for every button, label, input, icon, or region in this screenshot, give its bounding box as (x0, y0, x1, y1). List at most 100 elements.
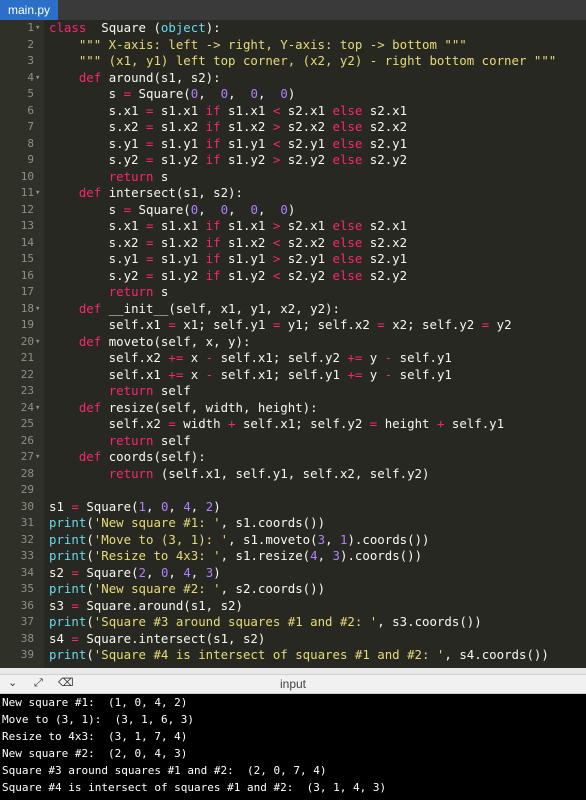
code-line[interactable]: 3 """ (x1, y1) left top corner, (x2, y2)… (0, 53, 586, 70)
line-number: 21 (20, 351, 34, 364)
tab-main-py[interactable]: main.py (0, 0, 59, 20)
line-number: 12 (20, 202, 34, 216)
fold-toggle-icon[interactable]: ▾ (35, 301, 40, 318)
code-text: def intersect(s1, s2): (78, 185, 243, 200)
line-number: 16 (20, 268, 34, 282)
line-number: 37 (20, 615, 34, 628)
code-text: """ (x1, y1) left top corner, (x2, y2) -… (78, 53, 557, 68)
code-text: return s (108, 284, 169, 299)
code-line[interactable]: 23 return self (0, 383, 586, 400)
code-text: self.x1 = x1; self.y1 = y1; self.x2 = x2… (49, 317, 512, 332)
code-text: s.x2 = s1.x2 if s1.x2 < s2.x2 else s2.x2 (49, 234, 408, 250)
line-number: 34 (20, 565, 34, 579)
fold-toggle-icon[interactable]: ▾ (35, 400, 40, 417)
code-line[interactable]: 33 print('Resize to 4x3: ', s1.resize(4, … (0, 548, 586, 565)
output-line: Move to (3, 1): (3, 1, 6, 3) (2, 713, 195, 726)
code-line[interactable]: 30 s1 = Square(1, 0, 4, 2) (0, 499, 586, 516)
code-text: def coords(self): (78, 449, 206, 464)
code-line[interactable]: 7 s.x2 = s1.x2 if s1.x2 > s2.x2 else s2.… (0, 119, 586, 136)
code-line[interactable]: 2 """ X-axis: left -> right, Y-axis: top… (0, 37, 586, 54)
code-line[interactable]: 28 return (self.x1, self.y1, self.x2, se… (0, 466, 586, 483)
code-line[interactable]: 25 self.x2 = width + self.x1; self.y2 = … (0, 416, 586, 433)
line-number: 28 (20, 466, 34, 480)
line-number: 32 (20, 532, 34, 546)
line-number: 13 (20, 219, 34, 232)
code-line[interactable]: 10 return s (0, 169, 586, 186)
line-number: 5 (27, 87, 34, 100)
code-line[interactable]: 20 ▾ def moveto(self, x, y): (0, 334, 586, 351)
console-output: New square #1: (1, 0, 4, 2) Move to (3, 1… (0, 694, 586, 800)
code-line[interactable]: 9 s.y2 = s1.y2 if s1.y2 > s2.y2 else s2.… (0, 152, 586, 169)
code-text: class Square (object): (49, 20, 221, 35)
code-text: s.y2 = s1.y2 if s1.y2 < s2.y2 else s2.y2 (49, 267, 408, 283)
output-line: New square #1: (1, 0, 4, 2) (2, 696, 188, 709)
line-number: 19 (20, 318, 34, 331)
line-number: 14 (20, 235, 34, 249)
tab-bar: main.py (0, 0, 586, 20)
code-text: return s (108, 168, 169, 184)
line-number: 17 (20, 285, 34, 298)
output-line: New square #2: (2, 0, 4, 3) (2, 747, 188, 760)
code-line[interactable]: 35 print('New square #2: ', s2.coords()) (0, 581, 586, 598)
line-number: 29 (20, 483, 34, 496)
code-line[interactable]: 12 s = Square(0, 0, 0, 0) (0, 202, 586, 219)
code-line[interactable]: 36 s3 = Square.around(s1, s2) (0, 598, 586, 615)
code-text: def moveto(self, x, y): (78, 333, 251, 349)
line-number: 26 (20, 433, 34, 447)
code-line[interactable]: 5 s = Square(0, 0, 0, 0) (0, 86, 586, 103)
code-text: s1 = Square(1, 0, 4, 2) (49, 498, 221, 514)
code-line[interactable]: 27 ▾ def coords(self): (0, 449, 586, 466)
line-number: 11 (20, 186, 34, 199)
fold-toggle-icon[interactable]: ▾ (35, 20, 40, 37)
code-line[interactable]: 32 print('Move to (3, 1): ', s1.moveto(3,… (0, 532, 586, 549)
line-number: 36 (20, 598, 34, 612)
line-number: 24 (20, 400, 34, 414)
code-line[interactable]: 38 s4 = Square.intersect(s1, s2) (0, 631, 586, 648)
code-line[interactable]: 29 (0, 482, 586, 499)
code-text: s.y2 = s1.y2 if s1.y2 > s2.y2 else s2.y2 (49, 152, 408, 167)
fold-toggle-icon[interactable]: ▾ (35, 70, 40, 87)
fold-toggle-icon[interactable]: ▾ (35, 449, 40, 466)
code-line[interactable]: 16 s.y2 = s1.y2 if s1.y2 < s2.y2 else s2… (0, 268, 586, 285)
code-text: s4 = Square.intersect(s1, s2) (49, 630, 266, 646)
code-text: """ X-axis: left -> right, Y-axis: top -… (78, 36, 467, 52)
code-text: s.y1 = s1.y1 if s1.y1 > s2.y1 else s2.y1 (49, 251, 408, 266)
output-line: Square #3 around squares #1 and #2: (2, … (2, 764, 327, 777)
code-line[interactable]: 19 self.x1 = x1; self.y1 = y1; self.x2 =… (0, 317, 586, 334)
line-number: 38 (20, 631, 34, 645)
line-number: 25 (20, 417, 34, 430)
code-line[interactable]: 18 ▾ def __init__(self, x1, y1, x2, y2): (0, 301, 586, 318)
code-line[interactable]: 4 ▾ def around(s1, s2): (0, 70, 586, 87)
code-line[interactable]: 15 s.y1 = s1.y1 if s1.y1 > s2.y1 else s2… (0, 251, 586, 268)
code-line[interactable]: 11 ▾ def intersect(s1, s2): (0, 185, 586, 202)
line-number: 8 (27, 136, 34, 150)
code-text: s = Square(0, 0, 0, 0) (49, 86, 296, 101)
code-line[interactable]: 39 print('Square #4 is intersect of squar… (0, 647, 586, 664)
fold-toggle-icon[interactable]: ▾ (35, 185, 40, 202)
line-number: 2 (27, 37, 34, 51)
code-line[interactable]: 17 return s (0, 284, 586, 301)
code-line[interactable]: 13 s.x1 = s1.x1 if s1.x1 > s2.x1 else s2… (0, 218, 586, 235)
line-number: 39 (20, 648, 34, 661)
code-line[interactable]: 31 print('New square #1: ', s1.coords()) (0, 515, 586, 532)
code-line[interactable]: 8 s.y1 = s1.y1 if s1.y1 < s2.y1 else s2.… (0, 136, 586, 153)
code-line[interactable]: 34 s2 = Square(2, 0, 4, 3) (0, 565, 586, 582)
code-text: self.x2 += x - self.x1; self.y2 += y - s… (49, 350, 452, 365)
code-text: print('New square #1: ', s1.coords()) (49, 515, 326, 530)
line-number: 27 (20, 450, 34, 463)
code-text: print('New square #2: ', s2.coords()) (49, 581, 326, 596)
line-number: 30 (20, 499, 34, 513)
code-editor[interactable]: 1 ▾ class Square (object): 2 """ X-axis: le… (0, 20, 586, 668)
code-line[interactable]: 6 s.x1 = s1.x1 if s1.x1 < s2.x1 else s2.… (0, 103, 586, 120)
code-text: s.x1 = s1.x1 if s1.x1 < s2.x1 else s2.x1 (49, 102, 408, 118)
code-text: print('Square #3 around squares #1 and #… (49, 614, 482, 629)
code-line[interactable]: 22 self.x1 += x - self.x1; self.y1 += y … (0, 367, 586, 384)
code-line[interactable]: 14 s.x2 = s1.x2 if s1.x2 < s2.x2 else s2… (0, 235, 586, 252)
fold-toggle-icon[interactable]: ▾ (35, 334, 40, 351)
code-line[interactable]: 21 self.x2 += x - self.x1; self.y2 += y … (0, 350, 586, 367)
line-number: 4 (27, 70, 34, 84)
code-line[interactable]: 1 ▾ class Square (object): (0, 20, 586, 37)
code-line[interactable]: 26 return self (0, 433, 586, 450)
code-line[interactable]: 37 print('Square #3 around squares #1 and… (0, 614, 586, 631)
code-line[interactable]: 24 ▾ def resize(self, width, height): (0, 400, 586, 417)
